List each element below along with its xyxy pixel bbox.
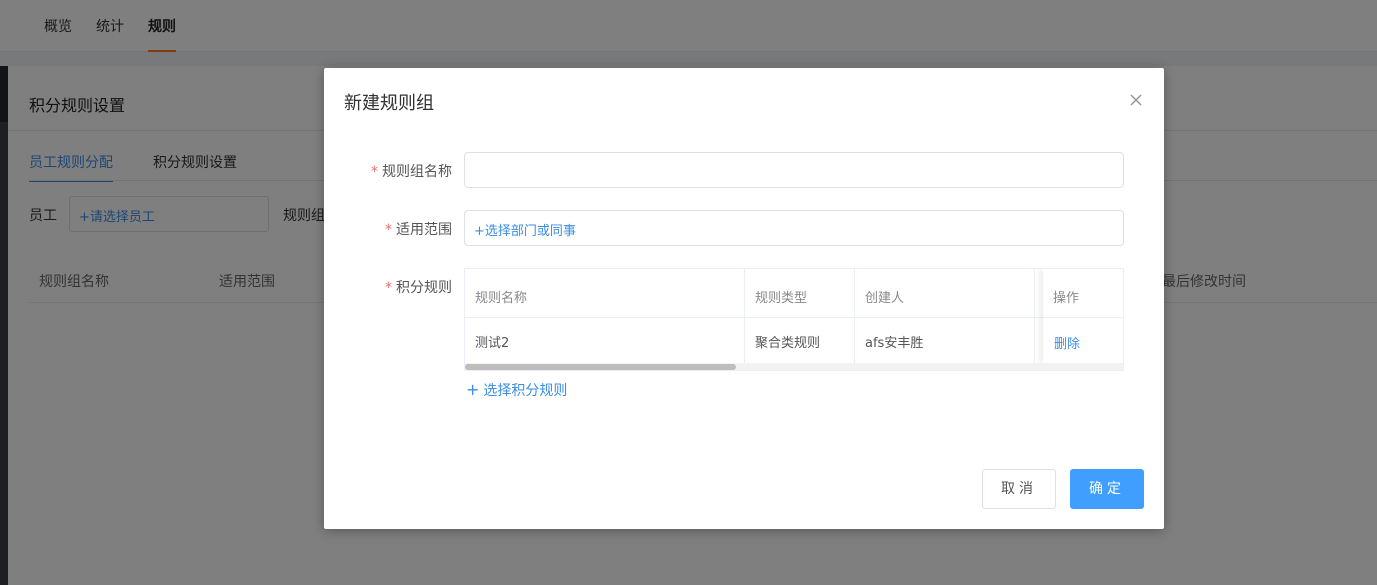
close-icon[interactable] (1126, 90, 1146, 110)
column-header-rule-name: 规则名称 (475, 291, 528, 306)
table-cell-creator: afs安丰胜 (865, 336, 924, 351)
select-points-rule-button[interactable]: + 选择积分规则 (466, 380, 567, 400)
column-header-creator: 创建人 (865, 291, 905, 306)
table-cell-rule-name: 测试2 (475, 336, 510, 351)
fixed-action-column: 操作 删除 (1043, 269, 1123, 363)
table-cell-rule-type: 聚合类规则 (755, 336, 821, 351)
dialog-title: 新建规则组 (344, 93, 434, 114)
delete-rule-link[interactable]: 删除 (1054, 333, 1080, 352)
column-header-action: 操作 (1053, 291, 1080, 306)
scope-label: * 适用范围 (385, 222, 452, 238)
column-header-rule-type: 规则类型 (755, 291, 808, 306)
required-mark: * (385, 280, 392, 296)
plus-icon: + (466, 380, 480, 399)
horizontal-scrollbar-thumb[interactable] (465, 364, 736, 370)
rules-label: * 积分规则 (385, 280, 452, 296)
required-mark: * (371, 164, 378, 180)
group-name-field[interactable] (464, 152, 1124, 188)
confirm-button[interactable]: 确定 (1070, 469, 1144, 509)
group-name-input[interactable] (465, 153, 1123, 187)
new-rule-group-dialog: 新建规则组 * 规则组名称 * 适用范围 +选择部门或同事 * 积分规则 规则名称 规… (324, 68, 1164, 529)
cancel-button[interactable]: 取消 (982, 469, 1056, 509)
scope-field[interactable]: +选择部门或同事 (464, 210, 1124, 246)
rules-table: 规则名称 规则类型 创建人 测试2 聚合类规则 afs安丰胜 操作 删除 (464, 268, 1124, 371)
select-department-or-colleague-link[interactable]: +选择部门或同事 (474, 220, 576, 239)
group-name-label: * 规则组名称 (371, 164, 452, 180)
required-mark: * (385, 222, 392, 238)
